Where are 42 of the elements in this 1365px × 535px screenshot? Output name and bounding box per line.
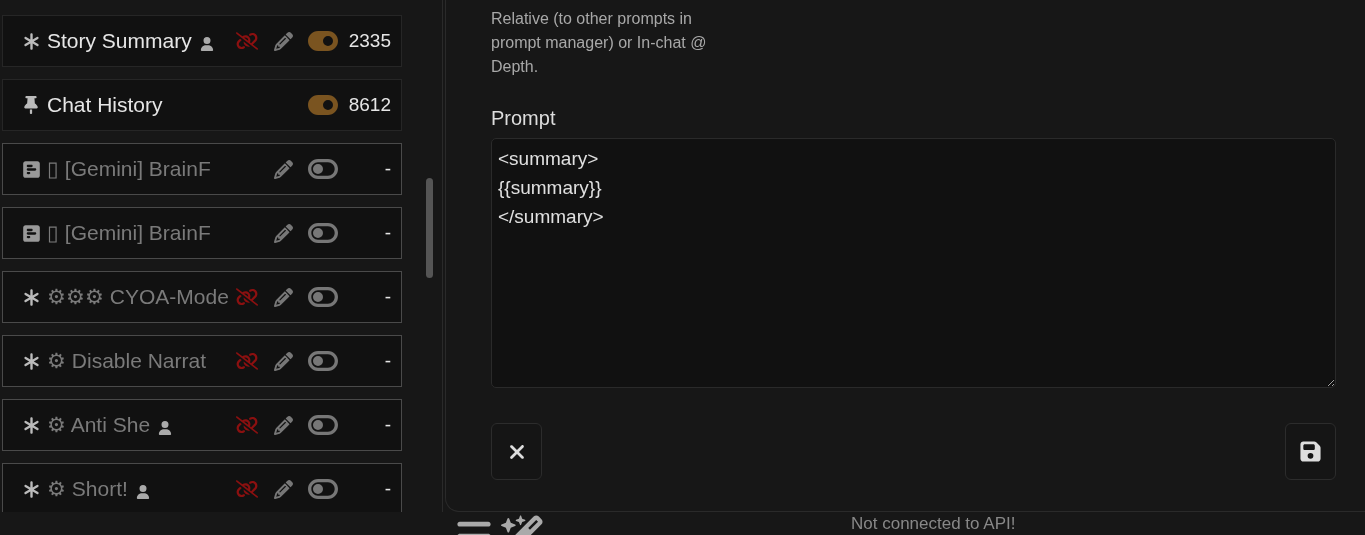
token-count: - [383, 414, 391, 436]
token-count: - [383, 350, 391, 372]
prompt-label: Prompt [491, 107, 557, 130]
token-count: - [383, 222, 391, 244]
prompt-name: ▯ [Gemini] BrainF [47, 157, 211, 181]
token-count: - [383, 286, 391, 308]
token-count: - [383, 158, 391, 180]
connection-status: Not connected to API! [851, 514, 1016, 534]
document-icon [21, 159, 41, 179]
prompt-row[interactable]: Chat History 8612 [2, 79, 402, 131]
scrollbar-thumb[interactable] [426, 178, 433, 278]
prompt-row[interactable]: ▯ [Gemini] BrainF - [2, 143, 402, 195]
pin-icon [22, 96, 40, 114]
close-button[interactable] [491, 423, 542, 480]
prompt-field[interactable]: <summary> {{summary}} </summary> [491, 138, 1336, 388]
prompt-name: Story Summary [47, 29, 192, 53]
prompt-row[interactable]: ▯ [Gemini] BrainF - [2, 207, 402, 259]
prompt-name: ▯ [Gemini] BrainF [47, 221, 211, 245]
edit-icon[interactable] [273, 31, 293, 51]
edit-icon[interactable] [273, 287, 293, 307]
prompt-name: ⚙ Anti She [47, 413, 151, 437]
prompt-name: Chat History [47, 93, 163, 117]
prompt-name: ⚙ Disable Narrat [47, 349, 207, 373]
edit-icon[interactable] [273, 415, 293, 435]
edit-icon[interactable] [273, 479, 293, 499]
save-icon [1299, 440, 1322, 463]
prompt-row[interactable]: ⚙⚙⚙ CYOA-Mode - [2, 271, 402, 323]
prompt-row[interactable]: ⚙ Short! - [2, 463, 402, 512]
token-count: 2335 [347, 30, 391, 52]
prompt-row[interactable]: ⚙ Anti She - [2, 399, 402, 451]
prompt-row[interactable]: Story Summary 2335 [2, 15, 402, 67]
prompt-name: ⚙ Short! [47, 477, 128, 501]
document-icon [21, 223, 41, 243]
position-hint: Relative (to other prompts in prompt manager) or In-chat @ Depth. [491, 9, 708, 77]
edit-icon[interactable] [273, 351, 293, 371]
token-count: 8612 [347, 94, 391, 116]
prompt-name: ⚙⚙⚙ CYOA-Mode [47, 285, 229, 309]
save-button[interactable] [1285, 423, 1336, 480]
token-count: - [383, 478, 391, 500]
edit-icon[interactable] [273, 159, 293, 179]
prompt-row[interactable]: ⚙ Disable Narrat - [2, 335, 402, 387]
edit-icon[interactable] [273, 223, 293, 243]
